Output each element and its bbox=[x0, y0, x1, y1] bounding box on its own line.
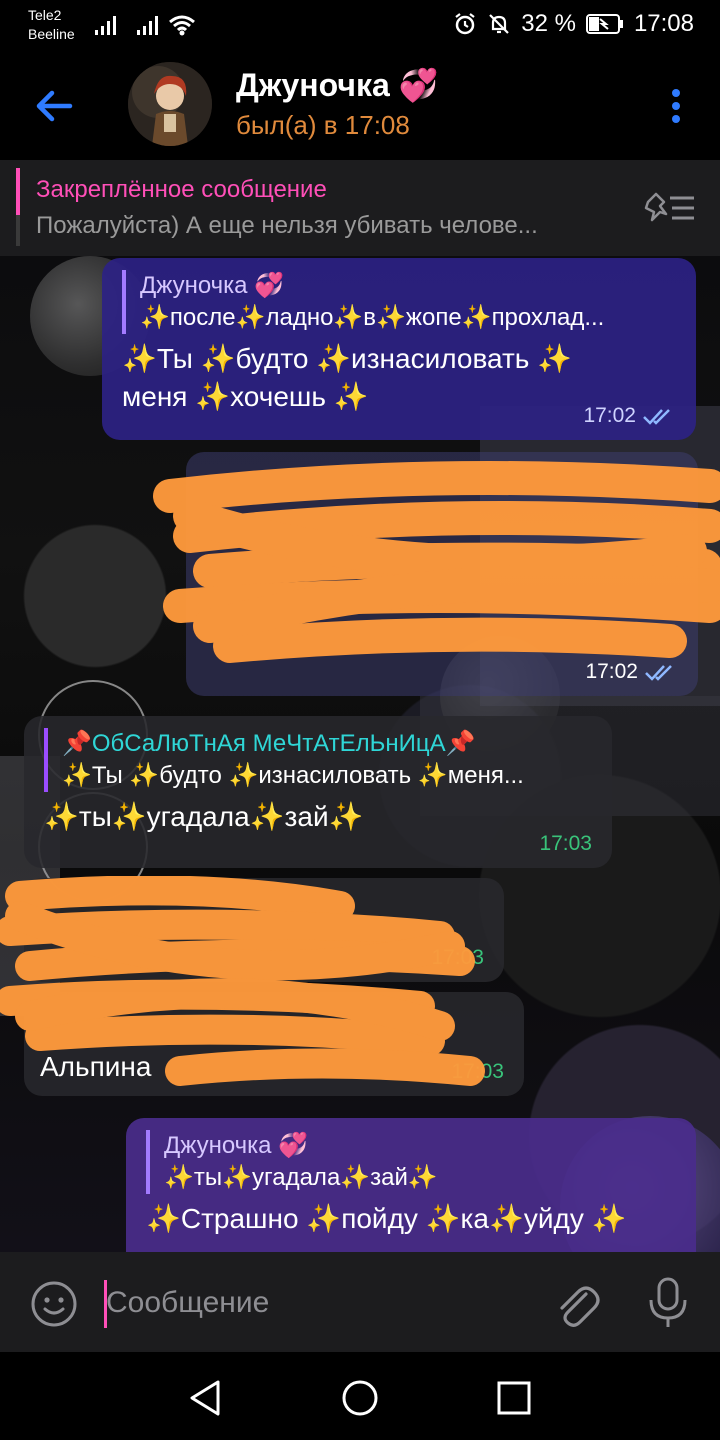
message-text: ✨Ты ✨будто ✨изнасиловать ✨ меня ✨хочешь … bbox=[122, 343, 573, 412]
alarm-icon bbox=[455, 13, 475, 35]
reply-author: Джуночка 💞 bbox=[140, 272, 285, 299]
reply-author: Джуночка 💞 bbox=[164, 1132, 309, 1159]
nav-recents-icon[interactable] bbox=[494, 1378, 534, 1418]
pinned-message-bar[interactable]: Закреплённое сообщение Пожалуйста) А еще… bbox=[0, 160, 720, 256]
avatar[interactable] bbox=[128, 62, 212, 146]
carrier-labels: Tele2 Beeline bbox=[28, 6, 75, 44]
emoji-icon[interactable] bbox=[30, 1280, 78, 1328]
last-seen-status: был(а) в 17:08 bbox=[236, 110, 410, 140]
redaction-scribble bbox=[0, 876, 485, 1086]
signal-icon-2 bbox=[137, 16, 158, 35]
message-meta: 17:02 bbox=[583, 404, 676, 428]
reply-text: ✨ты✨угадала✨зай✨ bbox=[164, 1164, 438, 1191]
carrier-1: Tele2 bbox=[28, 7, 62, 23]
system-navigation-bar bbox=[0, 1352, 720, 1440]
status-bar: Tele2 Beeline 32 % 17:08 bbox=[0, 0, 720, 52]
message-composer bbox=[0, 1252, 720, 1352]
reply-text: ✨Ты ✨будто ✨изнасиловать ✨меня... bbox=[62, 762, 524, 789]
carrier-2: Beeline bbox=[28, 26, 75, 42]
message-meta: 17:03 bbox=[539, 832, 592, 856]
message-text: ✨Страшно ✨пойду ✨ка✨уйду ✨ bbox=[146, 1203, 627, 1234]
wifi-icon bbox=[169, 15, 195, 36]
message-bubble-outgoing[interactable]: Джуночка 💞 ✨ты✨угадала✨зай✨ ✨Страшно ✨по… bbox=[126, 1118, 696, 1252]
microphone-icon[interactable] bbox=[646, 1276, 690, 1330]
chat-header: Джуночка 💞 был(а) в 17:08 bbox=[0, 52, 720, 160]
reply-quote[interactable]: Джуночка 💞 ✨ты✨угадала✨зай✨ bbox=[146, 1130, 676, 1194]
reply-text: ✨после✨ладно✨в✨жопе✨прохлад... bbox=[140, 304, 605, 331]
reply-author: 📌ОбСаЛюТнАя МеЧтАтЕлЬнИцА📌 bbox=[62, 730, 476, 757]
reply-quote[interactable]: Джуночка 💞 ✨после✨ладно✨в✨жопе✨прохлад..… bbox=[122, 270, 676, 334]
chat-background[interactable]: Джуночка 💞 ✨после✨ладно✨в✨жопе✨прохлад..… bbox=[0, 256, 720, 1252]
clock: 17:08 bbox=[633, 10, 694, 37]
double-check-icon bbox=[643, 409, 670, 425]
message-bubble-incoming[interactable]: 📌ОбСаЛюТнАя МеЧтАтЕлЬнИцА📌 ✨Ты ✨будто ✨и… bbox=[24, 716, 612, 868]
battery-icon bbox=[585, 14, 623, 34]
message-input[interactable] bbox=[106, 1276, 526, 1330]
message-bubble-outgoing[interactable]: Джуночка 💞 ✨после✨ладно✨в✨жопе✨прохлад..… bbox=[102, 258, 696, 440]
attach-paperclip-icon[interactable] bbox=[552, 1278, 600, 1328]
message-time: 17:02 bbox=[583, 404, 636, 427]
more-vertical-icon[interactable] bbox=[670, 88, 682, 124]
pinned-text: Пожалуйста) А еще нельзя убивать челове.… bbox=[36, 212, 538, 239]
pin-list-icon[interactable] bbox=[642, 188, 698, 228]
pinned-title: Закреплённое сообщение bbox=[36, 176, 327, 203]
chat-title[interactable]: Джуночка 💞 bbox=[236, 66, 438, 104]
pinned-indicator bbox=[16, 168, 20, 246]
mute-bell-icon bbox=[489, 14, 510, 34]
nav-home-icon[interactable] bbox=[340, 1378, 380, 1418]
reply-quote[interactable]: 📌ОбСаЛюТнАя МеЧтАтЕлЬнИцА📌 ✨Ты ✨будто ✨и… bbox=[44, 728, 592, 792]
message-text: ✨ты✨угадала✨зай✨ bbox=[44, 801, 364, 832]
signal-icon-1 bbox=[95, 16, 116, 35]
battery-percent: 32 % bbox=[521, 10, 576, 37]
back-arrow-icon[interactable] bbox=[30, 84, 80, 128]
nav-back-icon[interactable] bbox=[186, 1378, 226, 1418]
message-time: 17:03 bbox=[539, 832, 592, 855]
redaction-scribble bbox=[153, 461, 720, 663]
